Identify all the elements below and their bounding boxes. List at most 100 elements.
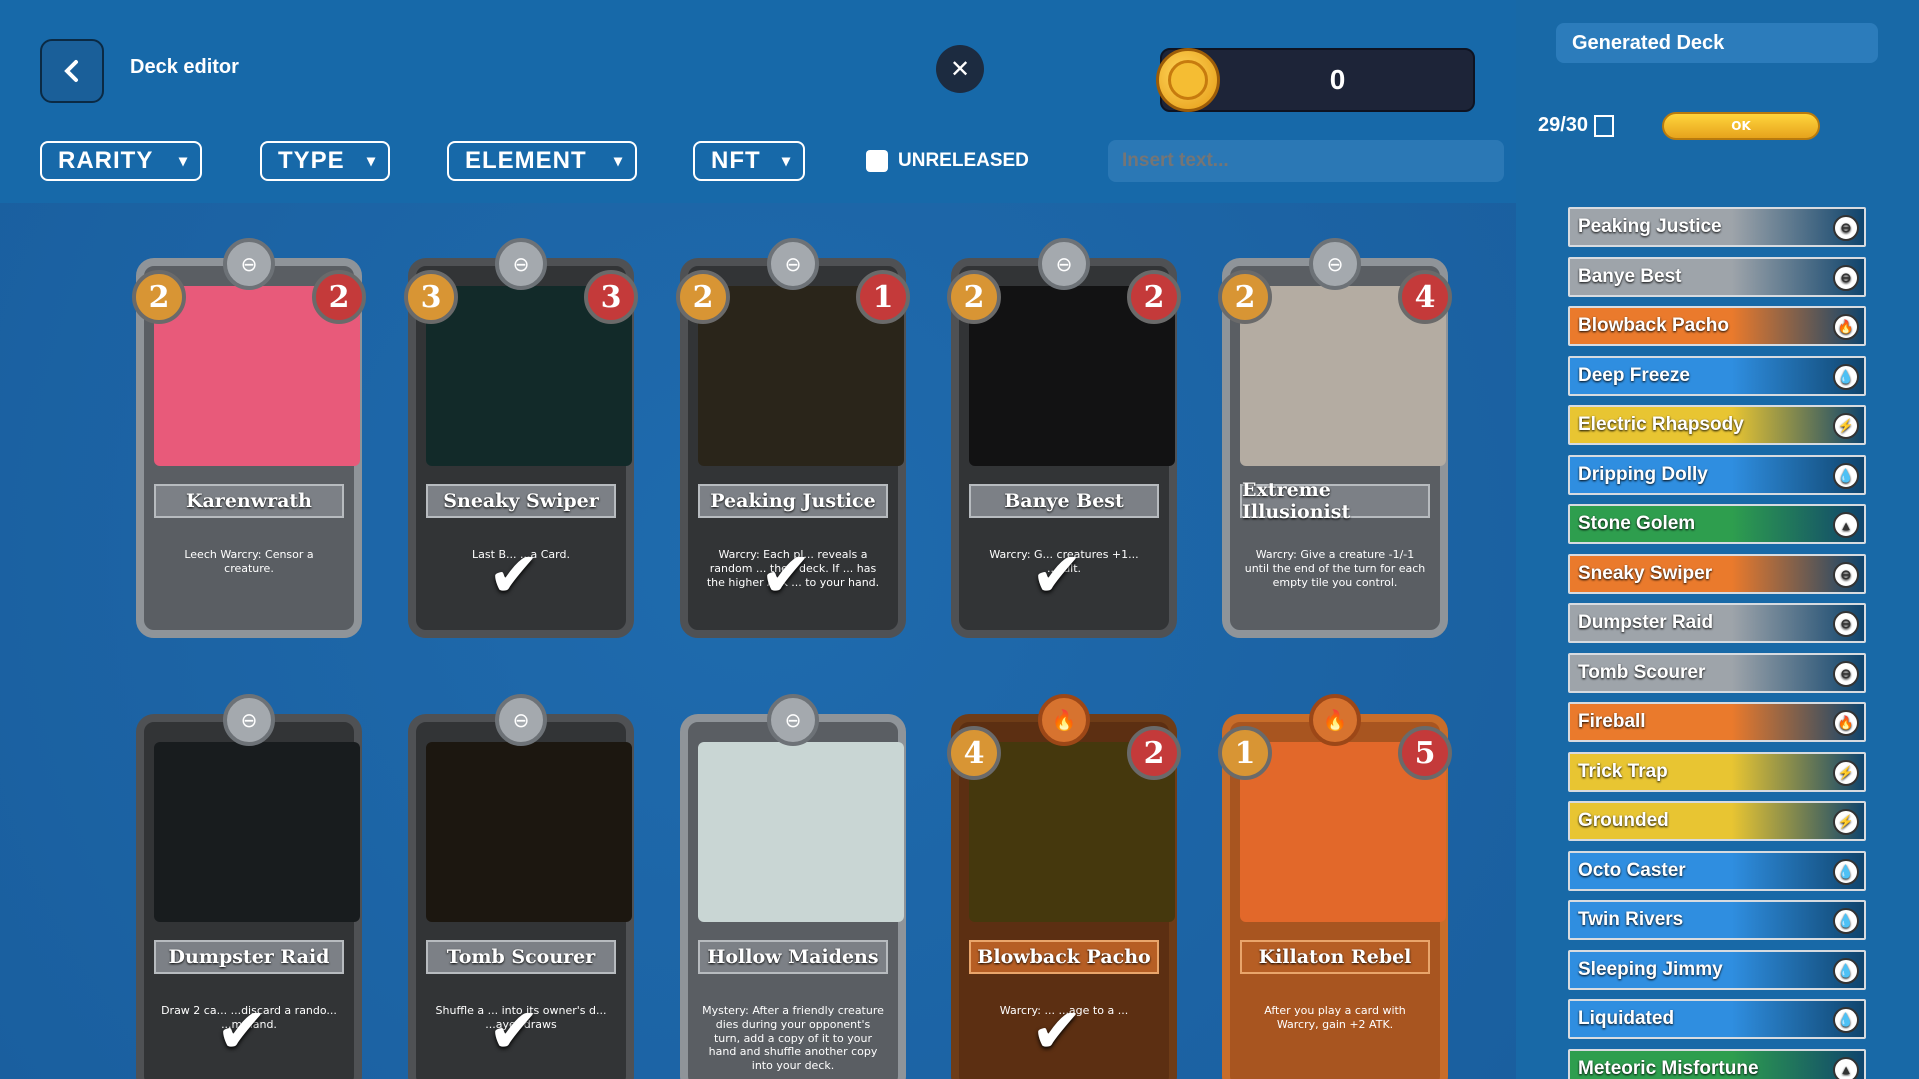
card-description: Mystery: After a friendly creature dies … bbox=[702, 1004, 884, 1072]
deck-list-item[interactable]: Peaking Justice ⊖ bbox=[1568, 207, 1866, 247]
card-art bbox=[698, 742, 904, 922]
earth-icon: ▲ bbox=[1833, 512, 1859, 538]
neutral-icon: ⊖ bbox=[1833, 660, 1859, 687]
card-cost: 4 bbox=[947, 726, 1001, 780]
neutral-icon: ⊖ bbox=[1833, 561, 1859, 588]
deck-item-name: Tomb Scourer bbox=[1578, 661, 1706, 683]
card-attack: 2 bbox=[1127, 726, 1181, 780]
element-icon: 🔥 bbox=[1309, 694, 1361, 746]
element-icon: ⊖ bbox=[223, 694, 275, 746]
ok-button[interactable]: OK bbox=[1662, 112, 1820, 140]
checkmark-icon: ✔ bbox=[1031, 538, 1083, 611]
neutral-icon: ⊖ bbox=[1833, 611, 1859, 637]
card-name: Dumpster Raid bbox=[154, 940, 344, 974]
unreleased-toggle[interactable]: UNRELEASED bbox=[866, 150, 1029, 172]
deck-list-item[interactable]: Dumpster Raid ⊖ bbox=[1568, 603, 1866, 643]
deck-list-item[interactable]: Octo Caster 💧 bbox=[1568, 850, 1866, 891]
coin-balance: 0 bbox=[1156, 48, 1475, 112]
water-icon: 💧 bbox=[1833, 1007, 1859, 1033]
top-bar: Deck editor ✕ 0 RARITY ▾ TYPE ▾ ELEMENT ▾ N… bbox=[0, 0, 1516, 203]
back-button[interactable] bbox=[40, 39, 104, 103]
deck-list-item[interactable]: Tomb Scourer ⊖ bbox=[1568, 652, 1866, 693]
card-attack: 2 bbox=[1127, 270, 1181, 324]
card[interactable]: ⊖ 3 3 Sneaky Swiper Last B... ...a Card. ✔ bbox=[404, 238, 638, 638]
deck-name-field[interactable]: Generated Deck bbox=[1556, 23, 1878, 63]
deck-count-value: 29/30 bbox=[1538, 114, 1589, 136]
deck-list-item[interactable]: Deep Freeze 💧 bbox=[1568, 355, 1866, 396]
deck-item-name: Fireball bbox=[1578, 711, 1646, 732]
deck-list-item[interactable]: Trick Trap ⚡ bbox=[1568, 751, 1866, 792]
card[interactable]: ⊖ 2 4 Extreme Illusionist Warcry: Give a cre… bbox=[1218, 238, 1452, 638]
card-grid: ⊖ 2 2 Karenwrath Leech Warcry: Censor a crea… bbox=[0, 203, 1516, 1079]
card[interactable]: ⊖ Dumpster Raid Draw 2 ca... ...discard a … bbox=[136, 694, 362, 1079]
card-attack: 4 bbox=[1398, 270, 1452, 324]
water-icon: 💧 bbox=[1833, 957, 1859, 984]
card-description: Warcry: Give a creature -1/-1 until the … bbox=[1244, 548, 1426, 589]
close-button[interactable]: ✕ bbox=[936, 45, 984, 93]
filter-rarity[interactable]: RARITY ▾ bbox=[40, 141, 202, 181]
card-name: Peaking Justice bbox=[698, 484, 888, 518]
checkmark-icon: ✔ bbox=[488, 538, 540, 611]
unreleased-checkbox[interactable] bbox=[866, 150, 888, 172]
deck-list-item[interactable]: Banye Best ⊖ bbox=[1568, 256, 1866, 297]
element-icon: ⊖ bbox=[1309, 238, 1361, 290]
lightning-icon: ⚡ bbox=[1833, 759, 1859, 786]
card-name: Hollow Maidens bbox=[698, 940, 888, 974]
card[interactable]: 🔥 4 2 Blowback Pacho Warcry: ... ...age to a… bbox=[947, 694, 1181, 1079]
card-name: Tomb Scourer bbox=[426, 940, 616, 974]
deck-item-name: Deep Freeze bbox=[1578, 364, 1690, 386]
deck-editor-main: Deck editor ✕ 0 RARITY ▾ TYPE ▾ ELEMENT ▾ N… bbox=[0, 0, 1516, 1079]
deck-list-item[interactable]: Twin Rivers 💧 bbox=[1568, 900, 1866, 940]
card[interactable]: ⊖ 2 2 Karenwrath Leech Warcry: Censor a crea… bbox=[132, 238, 366, 638]
card-attack: 5 bbox=[1398, 726, 1452, 780]
deck-item-name: Grounded bbox=[1578, 810, 1669, 831]
card-art bbox=[154, 742, 360, 922]
deck-list-item[interactable]: Sleeping Jimmy 💧 bbox=[1568, 949, 1866, 990]
deck-item-name: Trick Trap bbox=[1578, 760, 1668, 782]
filter-nft[interactable]: NFT ▾ bbox=[693, 141, 805, 181]
card-name: Sneaky Swiper bbox=[426, 484, 616, 518]
checkmark-icon: ✔ bbox=[488, 994, 540, 1067]
deck-list-item[interactable]: Liquidated 💧 bbox=[1568, 999, 1866, 1039]
deck-item-name: Twin Rivers bbox=[1578, 909, 1684, 930]
deck-list-item[interactable]: Stone Golem ▲ bbox=[1568, 504, 1866, 544]
search-input[interactable] bbox=[1108, 140, 1504, 182]
card-cost: 2 bbox=[676, 270, 730, 324]
deck-list-item[interactable]: Blowback Pacho 🔥 bbox=[1568, 306, 1866, 346]
card-cost: 2 bbox=[132, 270, 186, 324]
chevron-down-icon: ▾ bbox=[781, 153, 791, 170]
card[interactable]: ⊖ Hollow Maidens Mystery: After a friendly… bbox=[680, 694, 906, 1079]
element-icon: ⊖ bbox=[767, 694, 819, 746]
deck-item-name: Dripping Dolly bbox=[1578, 463, 1708, 485]
filter-type-label: TYPE bbox=[278, 147, 345, 174]
filter-element-label: ELEMENT bbox=[465, 147, 587, 174]
page-title: Deck editor bbox=[130, 56, 239, 78]
deck-list-item[interactable]: Electric Rhapsody ⚡ bbox=[1568, 405, 1866, 445]
checkmark-icon: ✔ bbox=[216, 994, 268, 1067]
deck-list-item[interactable]: Meteoric Misfortune ▲ bbox=[1568, 1048, 1866, 1079]
card-cost: 2 bbox=[947, 270, 1001, 324]
deck-item-name: Liquidated bbox=[1578, 1008, 1675, 1029]
deck-sidebar: Generated Deck 29/30 OK Peaking Justice ⊖… bbox=[1516, 0, 1919, 1079]
card-name: Banye Best bbox=[969, 484, 1159, 518]
lightning-icon: ⚡ bbox=[1833, 413, 1859, 439]
card[interactable]: ⊖ Tomb Scourer Shuffle a ... into its owne… bbox=[408, 694, 634, 1079]
card-name: Blowback Pacho bbox=[969, 940, 1159, 974]
cards-icon bbox=[1594, 114, 1615, 137]
deck-count: 29/30 bbox=[1538, 114, 1615, 137]
filter-type[interactable]: TYPE ▾ bbox=[260, 141, 390, 181]
filter-element[interactable]: ELEMENT ▾ bbox=[447, 141, 637, 181]
deck-list-item[interactable]: Fireball 🔥 bbox=[1568, 702, 1866, 742]
deck-item-name: Electric Rhapsody bbox=[1578, 414, 1744, 435]
deck-list-item[interactable]: Dripping Dolly 💧 bbox=[1568, 454, 1866, 495]
card[interactable]: ⊖ 2 2 Banye Best Warcry: G... creatures +1..… bbox=[947, 238, 1181, 638]
water-icon: 💧 bbox=[1833, 462, 1859, 489]
deck-list-item[interactable]: Sneaky Swiper ⊖ bbox=[1568, 553, 1866, 594]
unreleased-label: UNRELEASED bbox=[898, 150, 1029, 171]
deck-list-item[interactable]: Grounded ⚡ bbox=[1568, 801, 1866, 841]
filter-nft-label: NFT bbox=[711, 147, 761, 174]
card-name: Karenwrath bbox=[154, 484, 344, 518]
water-icon: 💧 bbox=[1833, 858, 1859, 885]
card[interactable]: 🔥 1 5 Killaton Rebel After you play a card w… bbox=[1218, 694, 1452, 1079]
card[interactable]: ⊖ 2 1 Peaking Justice Warcry: Each pl... rev… bbox=[676, 238, 910, 638]
